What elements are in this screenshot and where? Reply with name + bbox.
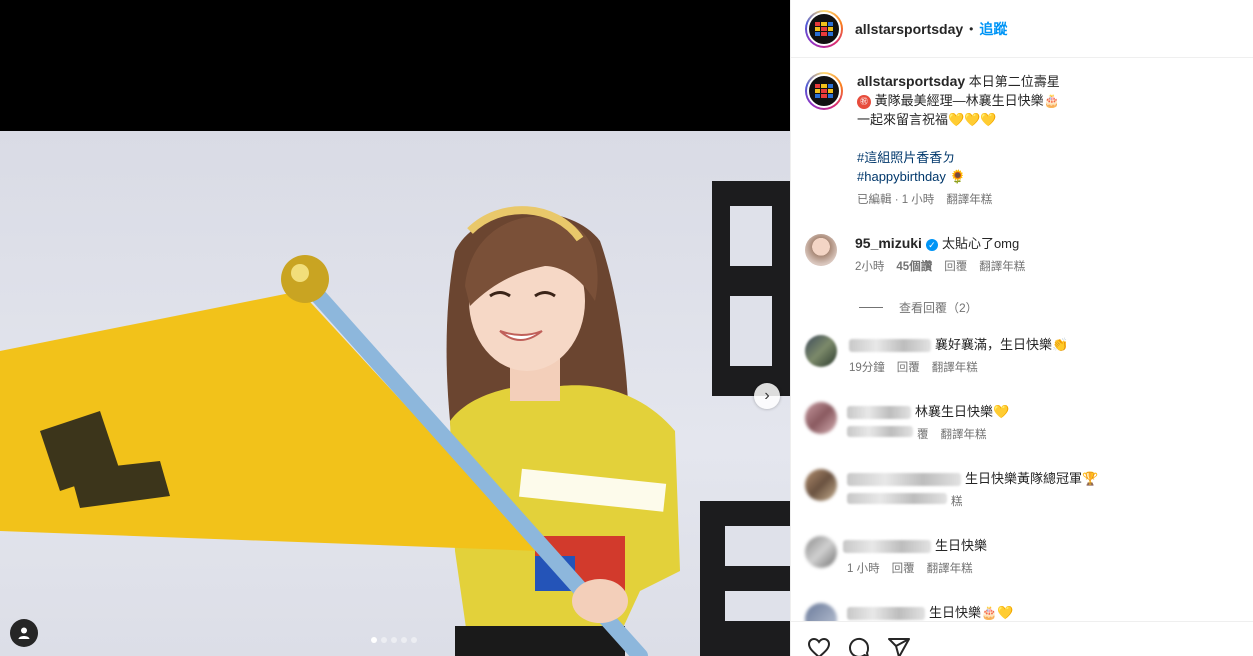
share-icon[interactable] bbox=[887, 636, 911, 656]
carousel-dot bbox=[381, 637, 387, 643]
carousel-indicator bbox=[371, 637, 417, 643]
comment-time: 2小時 bbox=[855, 261, 885, 273]
comment-item: 生日快樂🎂💛 bbox=[805, 603, 1013, 621]
caption-line: 一起來留言祝福💛💛💛 bbox=[857, 112, 997, 127]
comment-time: 19分鐘 bbox=[849, 362, 885, 374]
view-replies-label: 查看回覆（2） bbox=[899, 301, 978, 315]
carousel-dot bbox=[391, 637, 397, 643]
sunflower-icon: 🌻 bbox=[949, 169, 966, 184]
post-media: › bbox=[0, 0, 790, 656]
translate-button[interactable]: 翻譯年糕 bbox=[932, 359, 978, 378]
comment-text: 生日快樂 bbox=[935, 538, 988, 553]
verified-badge-icon: ✓ bbox=[925, 238, 938, 251]
translate-button[interactable]: 糕 bbox=[951, 493, 963, 512]
hashtag-link[interactable]: #這組照片香香ㄉ bbox=[857, 150, 955, 165]
carousel-dot bbox=[401, 637, 407, 643]
replies-divider bbox=[859, 307, 883, 308]
caption-username[interactable]: allstarsportsday bbox=[857, 73, 965, 89]
follow-button[interactable]: 追蹤 bbox=[979, 19, 1007, 39]
comment-text: 太貼心了omg bbox=[941, 236, 1020, 251]
heart-icon[interactable] bbox=[807, 636, 831, 656]
blurred-username[interactable] bbox=[843, 540, 931, 554]
carousel-dot bbox=[411, 637, 417, 643]
blurred-username[interactable] bbox=[847, 607, 925, 621]
brand-logo-icon bbox=[815, 84, 833, 98]
hashtag-link[interactable]: #happybirthday bbox=[857, 169, 946, 184]
commenter-avatar[interactable] bbox=[805, 234, 837, 266]
post-actions-bar bbox=[791, 621, 1253, 656]
comment-icon[interactable] bbox=[847, 636, 871, 656]
reply-button[interactable]: 覆 bbox=[917, 426, 929, 445]
comment-item: 95_mizuki ✓ 太貼心了omg 2小時 45個讚 回覆 翻譯年糕 bbox=[805, 234, 1025, 277]
red-badge-icon: ㊗ bbox=[857, 94, 871, 109]
user-icon bbox=[18, 627, 30, 639]
translate-button[interactable]: 翻譯年糕 bbox=[979, 258, 1025, 277]
post-photo bbox=[0, 131, 790, 656]
comment-item: 生日快樂 1 小時 回覆 翻譯年糕 bbox=[805, 536, 987, 579]
caption-line: 黃隊最美經理—林襄生日快樂🎂 bbox=[874, 93, 1060, 108]
caption-timestamp: 已編輯 · 1 小時 bbox=[857, 194, 935, 206]
reply-button[interactable]: 回覆 bbox=[892, 560, 915, 579]
blurred-username[interactable] bbox=[847, 406, 911, 420]
header-separator: • bbox=[969, 21, 974, 36]
translate-button[interactable]: 翻譯年糕 bbox=[927, 560, 973, 579]
view-replies-button[interactable]: 查看回覆（2） bbox=[859, 299, 978, 316]
blurred-username[interactable] bbox=[849, 339, 931, 353]
post-side-panel: allstarsportsday • 追蹤 allstarsportsday 本… bbox=[790, 0, 1253, 656]
commenter-avatar[interactable] bbox=[805, 536, 837, 568]
commenter-avatar[interactable] bbox=[805, 402, 837, 434]
commenter-avatar[interactable] bbox=[805, 469, 837, 501]
author-avatar[interactable] bbox=[805, 9, 843, 48]
comment-likes[interactable]: 45個讚 bbox=[896, 258, 932, 277]
commenter-avatar[interactable] bbox=[805, 335, 837, 367]
post-header: allstarsportsday • 追蹤 bbox=[791, 0, 1253, 58]
comment-item: 襄好襄滿，生日快樂👏 19分鐘 回覆 翻譯年糕 bbox=[805, 335, 1068, 378]
reply-button[interactable]: 回覆 bbox=[897, 359, 920, 378]
comment-text: 生日快樂🎂💛 bbox=[929, 605, 1014, 620]
brand-logo-icon bbox=[815, 21, 833, 36]
blurred-username[interactable] bbox=[847, 473, 961, 487]
author-username[interactable]: allstarsportsday bbox=[855, 21, 963, 37]
chevron-right-icon: › bbox=[764, 387, 770, 404]
comment-time: 1 小時 bbox=[847, 563, 880, 575]
caption-avatar[interactable] bbox=[805, 72, 843, 110]
translate-button[interactable]: 翻譯年糕 bbox=[941, 426, 987, 445]
comments-list[interactable]: allstarsportsday 本日第二位壽星 ㊗ 黃隊最美經理—林襄生日快樂… bbox=[791, 59, 1253, 621]
comment-item: 林襄生日快樂💛 覆 翻譯年糕 bbox=[805, 402, 1009, 445]
tagged-users-button[interactable] bbox=[10, 619, 38, 647]
comment-item: 生日快樂黃隊總冠軍🏆 糕 bbox=[805, 469, 1098, 512]
commenter-avatar[interactable] bbox=[805, 603, 837, 621]
caption: allstarsportsday 本日第二位壽星 ㊗ 黃隊最美經理—林襄生日快樂… bbox=[805, 72, 1060, 210]
comment-text: 林襄生日快樂💛 bbox=[915, 404, 1010, 419]
commenter-username[interactable]: 95_mizuki bbox=[855, 235, 922, 251]
caption-line: 本日第二位壽星 bbox=[968, 74, 1060, 89]
carousel-next-button[interactable]: › bbox=[754, 383, 780, 409]
carousel-dot bbox=[371, 637, 377, 643]
blurred-meta bbox=[847, 493, 947, 504]
comment-text: 生日快樂黃隊總冠軍🏆 bbox=[965, 471, 1099, 486]
translate-button[interactable]: 翻譯年糕 bbox=[946, 191, 992, 210]
comment-text: 襄好襄滿，生日快樂👏 bbox=[935, 337, 1069, 352]
blurred-meta bbox=[847, 426, 913, 437]
reply-button[interactable]: 回覆 bbox=[944, 258, 967, 277]
photo-illustration bbox=[0, 181, 790, 656]
